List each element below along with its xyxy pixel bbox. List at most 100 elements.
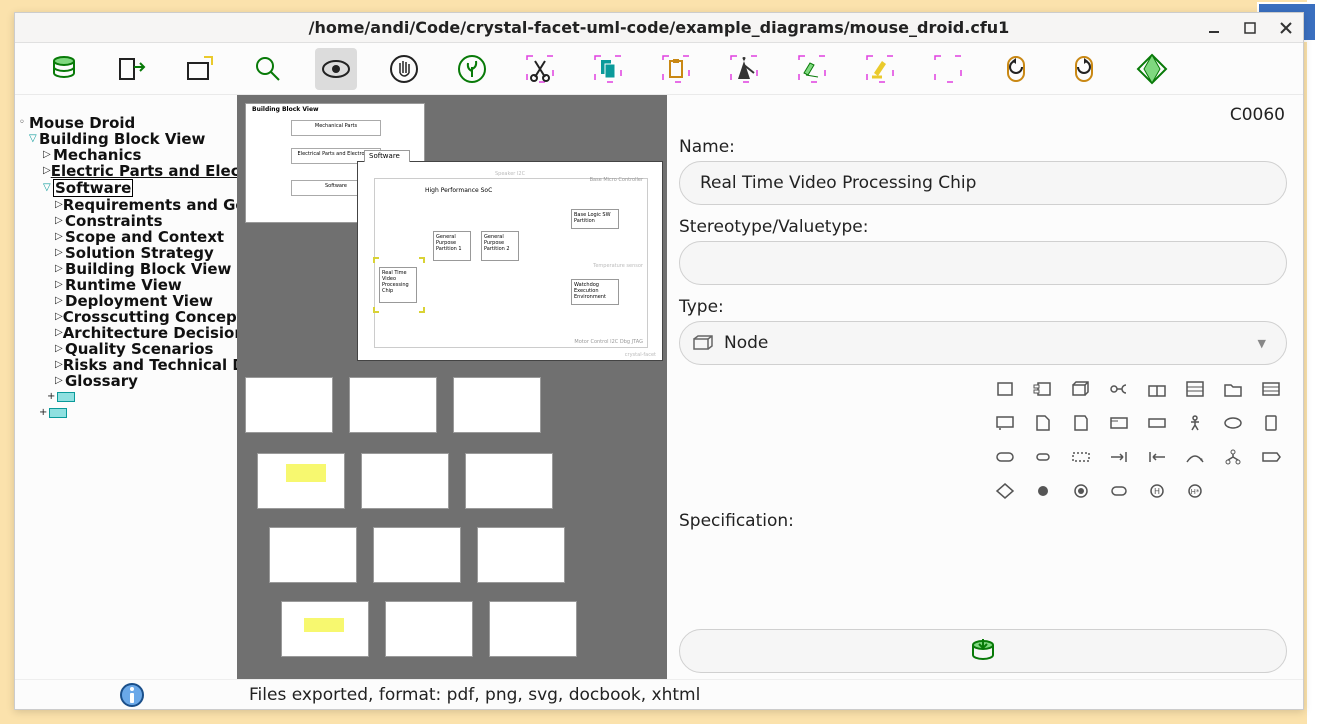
child-thumb[interactable] bbox=[373, 527, 461, 583]
diagram-element[interactable]: Base Logic SW Partition bbox=[571, 209, 619, 229]
palette-history-icon[interactable]: H bbox=[1141, 477, 1173, 505]
child-thumb[interactable] bbox=[489, 601, 577, 657]
child-thumb[interactable] bbox=[453, 377, 541, 433]
tree-sw-11[interactable]: ▷Glossary bbox=[15, 373, 237, 389]
palette-actor-icon[interactable] bbox=[1179, 409, 1211, 437]
redo-icon[interactable] bbox=[1063, 48, 1105, 90]
child-thumb[interactable] bbox=[477, 527, 565, 583]
tree-root[interactable]: ◦Mouse Droid bbox=[15, 115, 237, 131]
tree-sw-6[interactable]: ▷Deployment View bbox=[15, 293, 237, 309]
instantiate-icon[interactable] bbox=[791, 48, 833, 90]
about-icon[interactable] bbox=[1131, 48, 1173, 90]
tree-electric[interactable]: ▷Electric Parts and Electronics bbox=[15, 163, 237, 179]
child-thumb[interactable] bbox=[245, 377, 333, 433]
minimize-button[interactable] bbox=[1205, 19, 1223, 37]
tree-sw-1[interactable]: ▷Constraints bbox=[15, 213, 237, 229]
palette-rounded-icon[interactable] bbox=[989, 443, 1021, 471]
content-row: ◦Mouse Droid ▽Building Block View ▷Mecha… bbox=[15, 95, 1303, 679]
tree-mechanics[interactable]: ▷Mechanics bbox=[15, 147, 237, 163]
palette-page-icon[interactable] bbox=[1065, 409, 1097, 437]
palette-interface-icon[interactable] bbox=[1103, 375, 1135, 403]
tree-sw-2[interactable]: ▷Scope and Context bbox=[15, 229, 237, 245]
close-button[interactable] bbox=[1277, 19, 1295, 37]
reset-selection-icon[interactable] bbox=[927, 48, 969, 90]
palette-deep-history-icon[interactable]: H* bbox=[1179, 477, 1211, 505]
copy-icon[interactable] bbox=[587, 48, 629, 90]
palette-decision-icon[interactable] bbox=[989, 477, 1021, 505]
palette-send-icon[interactable] bbox=[1103, 443, 1135, 471]
tree-software[interactable]: ▽Software bbox=[15, 179, 237, 197]
hand-icon[interactable] bbox=[383, 48, 425, 90]
node-icon bbox=[692, 335, 714, 351]
palette-receive-icon[interactable] bbox=[1141, 443, 1173, 471]
child-thumb[interactable] bbox=[385, 601, 473, 657]
tree-placeholder-2[interactable]: + bbox=[15, 405, 237, 421]
view-icon[interactable] bbox=[315, 48, 357, 90]
undo-icon[interactable] bbox=[995, 48, 1037, 90]
name-input[interactable]: Real Time Video Processing Chip bbox=[679, 161, 1287, 205]
palette-component-icon[interactable] bbox=[1027, 375, 1059, 403]
palette-fork-icon[interactable] bbox=[1217, 443, 1249, 471]
type-select[interactable]: Node ▼ bbox=[679, 321, 1287, 365]
delete-icon[interactable] bbox=[723, 48, 765, 90]
palette-pill-icon[interactable] bbox=[1027, 443, 1059, 471]
palette-dashed-rect-icon[interactable] bbox=[1065, 443, 1097, 471]
type-icon-palette: H H* bbox=[989, 375, 1287, 505]
palette-final-icon[interactable] bbox=[1065, 477, 1097, 505]
highlight-icon[interactable] bbox=[859, 48, 901, 90]
new-window-icon[interactable] bbox=[179, 48, 221, 90]
tree-sw-0[interactable]: ▷Requirements and Goals bbox=[15, 197, 237, 213]
palette-folder-icon[interactable] bbox=[1217, 375, 1249, 403]
info-icon[interactable] bbox=[115, 682, 149, 708]
stereotype-input[interactable] bbox=[679, 241, 1287, 285]
palette-document-icon[interactable] bbox=[1027, 409, 1059, 437]
tree-bbv[interactable]: ▽Building Block View bbox=[15, 131, 237, 147]
diagram-element[interactable]: General Purpose Partition 1 bbox=[433, 231, 471, 261]
child-thumb[interactable] bbox=[465, 453, 553, 509]
export-icon[interactable] bbox=[111, 48, 153, 90]
tree-sw-8[interactable]: ▷Architecture Decisions bbox=[15, 325, 237, 341]
palette-accept-icon[interactable] bbox=[1255, 443, 1287, 471]
palette-card-icon[interactable] bbox=[1141, 409, 1173, 437]
main-diagram[interactable]: Software High Performance SoC Base Micro… bbox=[357, 161, 663, 361]
diagram-element-selected[interactable]: Real Time Video Processing Chip bbox=[379, 267, 417, 303]
plant-icon[interactable] bbox=[451, 48, 493, 90]
canvas-panel[interactable]: Building Block View Mechanical Parts Ele… bbox=[237, 95, 667, 679]
palette-table-icon[interactable] bbox=[1255, 375, 1287, 403]
commit-button[interactable] bbox=[679, 629, 1287, 673]
palette-block-icon[interactable] bbox=[989, 375, 1021, 403]
tree-sw-3[interactable]: ▷Solution Strategy bbox=[15, 245, 237, 261]
name-label: Name: bbox=[679, 137, 1287, 157]
tree-sw-7[interactable]: ▷Crosscutting Concepts bbox=[15, 309, 237, 325]
tree-sw-4[interactable]: ▷Building Block View bbox=[15, 261, 237, 277]
palette-flow-icon[interactable] bbox=[1179, 443, 1211, 471]
palette-package-icon[interactable] bbox=[1141, 375, 1173, 403]
tree-sw-9[interactable]: ▷Quality Scenarios bbox=[15, 341, 237, 357]
palette-frame-icon[interactable] bbox=[1103, 409, 1135, 437]
database-icon[interactable] bbox=[43, 48, 85, 90]
child-thumb[interactable] bbox=[257, 453, 345, 509]
stereotype-label: Stereotype/Valuetype: bbox=[679, 217, 1287, 237]
chevron-down-icon: ▼ bbox=[1258, 337, 1266, 350]
palette-tablet-icon[interactable] bbox=[1255, 409, 1287, 437]
tree-sw-5[interactable]: ▷Runtime View bbox=[15, 277, 237, 293]
palette-ellipse-icon[interactable] bbox=[1217, 409, 1249, 437]
child-thumb[interactable] bbox=[361, 453, 449, 509]
palette-class-icon[interactable] bbox=[1179, 375, 1211, 403]
status-text: Files exported, format: pdf, png, svg, d… bbox=[249, 685, 700, 705]
diagram-element[interactable]: General Purpose Partition 2 bbox=[481, 231, 519, 261]
palette-screen-icon[interactable] bbox=[989, 409, 1021, 437]
diagram-element[interactable]: Watchdog Execution Environment bbox=[571, 279, 619, 305]
tree-placeholder-1[interactable]: + bbox=[15, 389, 237, 405]
child-thumb[interactable] bbox=[269, 527, 357, 583]
maximize-button[interactable] bbox=[1241, 19, 1259, 37]
palette-initial-icon[interactable] bbox=[1027, 477, 1059, 505]
child-thumb[interactable] bbox=[349, 377, 437, 433]
tree-sw-10[interactable]: ▷Risks and Technical Debts bbox=[15, 357, 237, 373]
child-thumb[interactable] bbox=[281, 601, 369, 657]
palette-state-icon[interactable] bbox=[1103, 477, 1135, 505]
cut-icon[interactable] bbox=[519, 48, 561, 90]
palette-node-icon[interactable] bbox=[1065, 375, 1097, 403]
search-icon[interactable] bbox=[247, 48, 289, 90]
paste-icon[interactable] bbox=[655, 48, 697, 90]
